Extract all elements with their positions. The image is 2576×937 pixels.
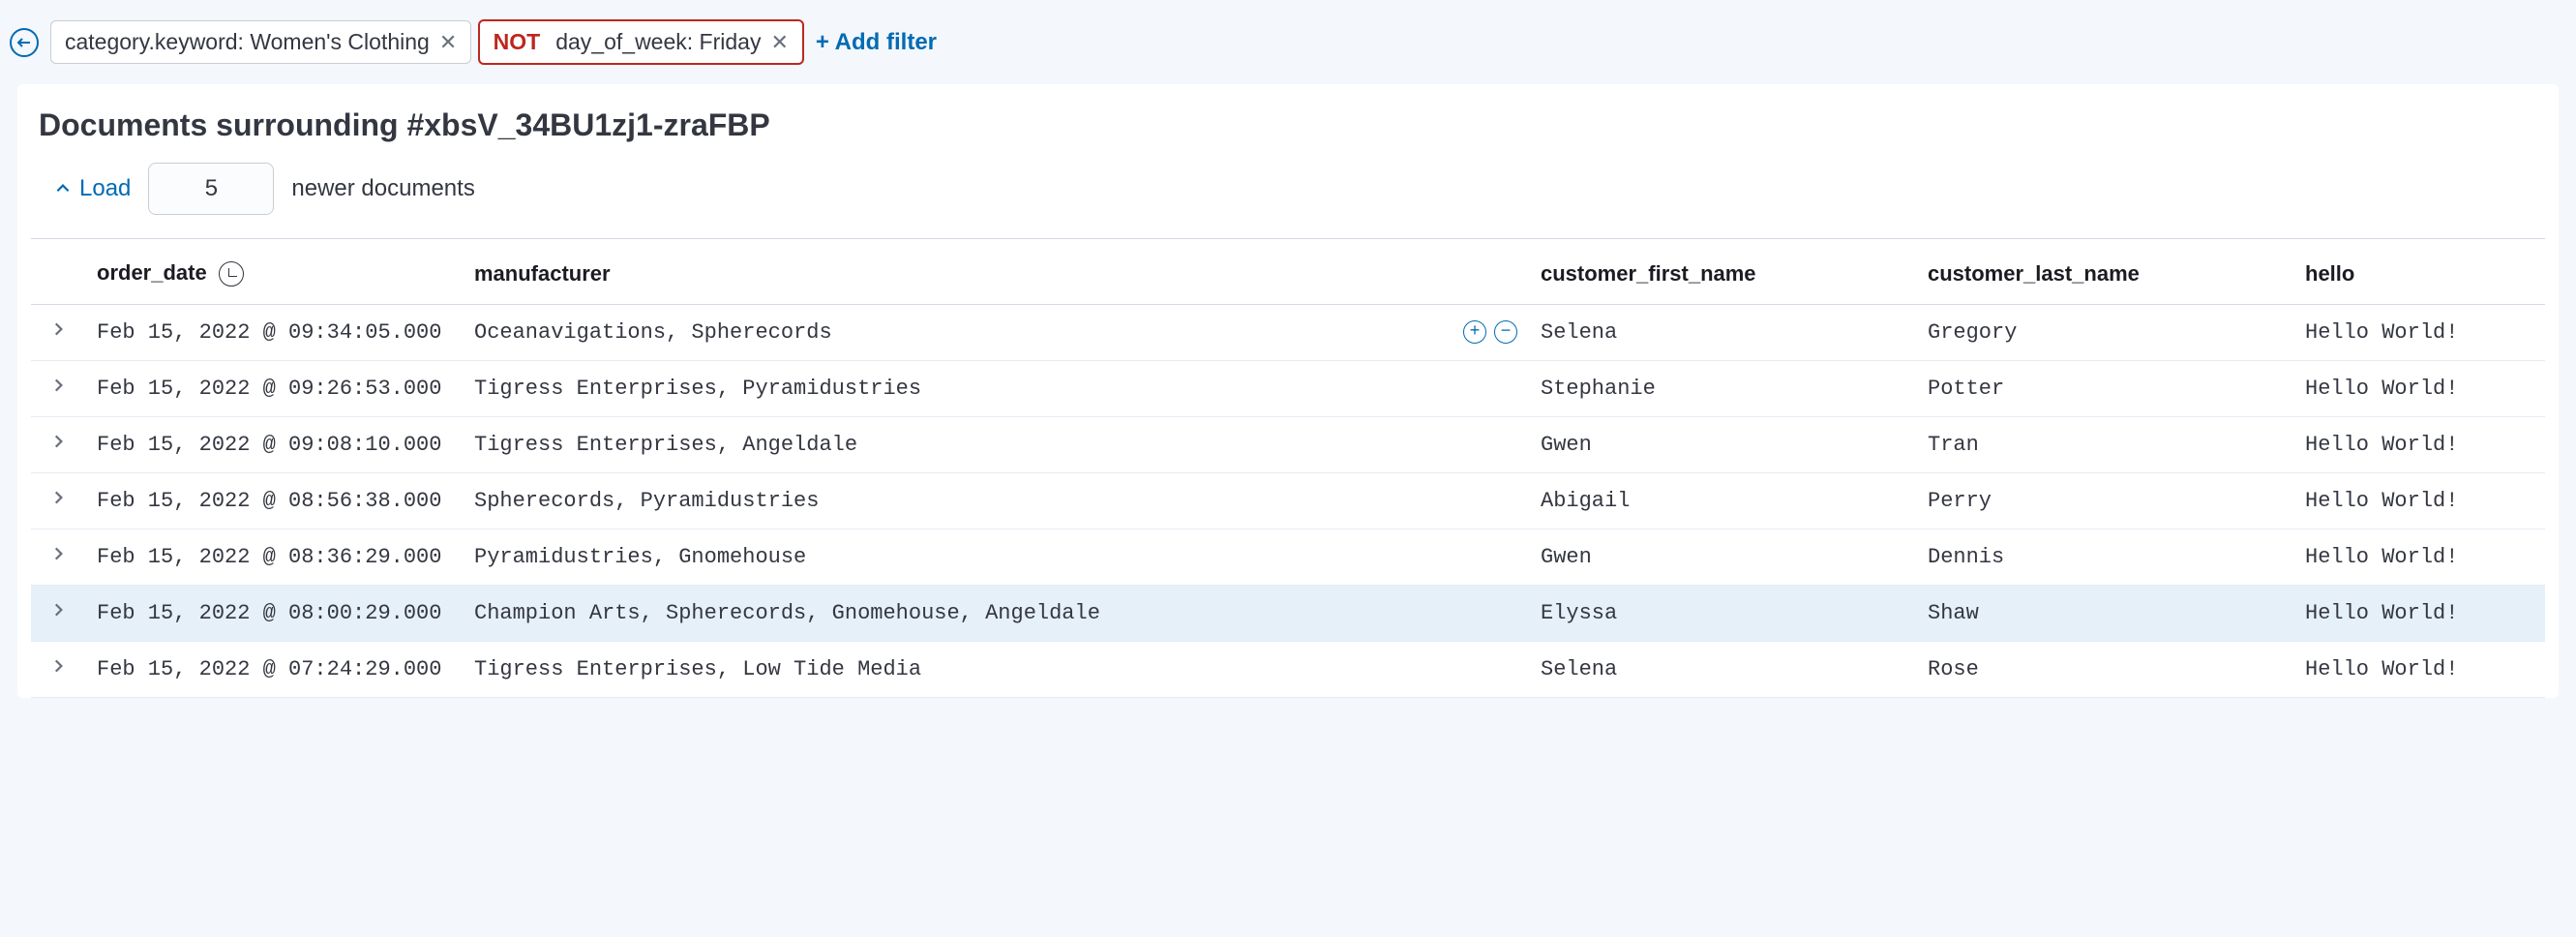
chevron-right-icon [49,433,67,450]
col-order-date-label: order_date [97,260,207,285]
cell-hello: Hello World! [2293,361,2545,417]
filter-text: day_of_week: Friday [555,29,761,55]
cell-order-date: Feb 15, 2022 @ 09:08:10.000 [85,417,463,473]
table-header-row: order_date manufacturer customer_first_n… [31,239,2545,305]
cell-customer-last-name: Perry [1916,473,2293,529]
cell-customer-first-name: Gwen [1529,417,1916,473]
chevron-right-icon [49,601,67,619]
cell-customer-last-name: Tran [1916,417,2293,473]
table-row: Feb 15, 2022 @ 08:36:29.000Pyramidustrie… [31,529,2545,586]
table-row: Feb 15, 2022 @ 09:08:10.000Tigress Enter… [31,417,2545,473]
add-filter-button[interactable]: + Add filter [816,29,937,56]
close-icon[interactable]: ✕ [439,32,457,53]
cell-hello: Hello World! [2293,417,2545,473]
load-label: Load [79,175,131,202]
cell-customer-first-name: Selena [1529,642,1916,698]
cell-customer-first-name: Gwen [1529,529,1916,586]
cell-customer-last-name: Dennis [1916,529,2293,586]
expand-cell[interactable] [31,305,85,361]
clock-icon [219,261,244,287]
load-newer-row: Load newer documents [54,163,2545,215]
filter-pill[interactable]: category.keyword: Women's Clothing ✕ [50,20,471,64]
collapse-filters-icon[interactable] [10,28,39,57]
cell-manufacturer: Tigress Enterprises, Angeldale [463,417,1529,473]
cell-hello: Hello World! [2293,473,2545,529]
cell-manufacturer: Pyramidustries, Gnomehouse [463,529,1529,586]
table-row: Feb 15, 2022 @ 09:34:05.000Oceanavigatio… [31,305,2545,361]
cell-customer-first-name: Abigail [1529,473,1916,529]
col-manufacturer[interactable]: manufacturer [463,239,1529,305]
table-row: Feb 15, 2022 @ 09:26:53.000Tigress Enter… [31,361,2545,417]
cell-order-date: Feb 15, 2022 @ 09:26:53.000 [85,361,463,417]
cell-hello: Hello World! [2293,305,2545,361]
cell-customer-last-name: Rose [1916,642,2293,698]
cell-hello: Hello World! [2293,529,2545,586]
cell-customer-last-name: Shaw [1916,586,2293,642]
chevron-right-icon [49,545,67,562]
chevron-right-icon [49,489,67,506]
cell-customer-last-name: Potter [1916,361,2293,417]
newer-documents-label: newer documents [291,175,474,202]
load-newer-button[interactable]: Load [54,175,131,202]
chevron-right-icon [49,320,67,338]
cell-customer-last-name: Gregory [1916,305,2293,361]
cell-order-date: Feb 15, 2022 @ 09:34:05.000 [85,305,463,361]
documents-table: order_date manufacturer customer_first_n… [31,238,2545,698]
table-row: Feb 15, 2022 @ 08:00:29.000Champion Arts… [31,586,2545,642]
cell-hello: Hello World! [2293,586,2545,642]
expand-cell[interactable] [31,361,85,417]
cell-manufacturer: Oceanavigations, Spherecords+− [463,305,1529,361]
chevron-right-icon [49,657,67,675]
filter-text: category.keyword: Women's Clothing [65,29,430,55]
expand-cell[interactable] [31,529,85,586]
cell-order-date: Feb 15, 2022 @ 08:56:38.000 [85,473,463,529]
documents-panel: Documents surrounding #xbsV_34BU1zj1-zra… [17,84,2559,698]
chevron-right-icon [49,377,67,394]
close-icon[interactable]: ✕ [770,32,788,53]
cell-manufacturer: Tigress Enterprises, Pyramidustries [463,361,1529,417]
expand-cell[interactable] [31,417,85,473]
cell-manufacturer: Champion Arts, Spherecords, Gnomehouse, … [463,586,1529,642]
col-expand [31,239,85,305]
cell-customer-first-name: Stephanie [1529,361,1916,417]
table-row: Feb 15, 2022 @ 08:56:38.000Spherecords, … [31,473,2545,529]
cell-hover-actions: +− [1463,320,1517,344]
cell-order-date: Feb 15, 2022 @ 08:00:29.000 [85,586,463,642]
table-row: Feb 15, 2022 @ 07:24:29.000Tigress Enter… [31,642,2545,698]
cell-customer-first-name: Elyssa [1529,586,1916,642]
filter-for-value-icon[interactable]: + [1463,320,1486,344]
col-customer-first-name[interactable]: customer_first_name [1529,239,1916,305]
cell-manufacturer: Tigress Enterprises, Low Tide Media [463,642,1529,698]
cell-order-date: Feb 15, 2022 @ 07:24:29.000 [85,642,463,698]
load-count-input[interactable] [148,163,274,215]
filter-pill[interactable]: NOT day_of_week: Friday ✕ [478,19,804,65]
filter-out-value-icon[interactable]: − [1494,320,1517,344]
expand-cell[interactable] [31,586,85,642]
cell-customer-first-name: Selena [1529,305,1916,361]
col-hello[interactable]: hello [2293,239,2545,305]
page-title: Documents surrounding #xbsV_34BU1zj1-zra… [39,107,2545,143]
col-customer-last-name[interactable]: customer_last_name [1916,239,2293,305]
col-order-date[interactable]: order_date [85,239,463,305]
filter-not-label: NOT [494,29,541,55]
cell-hello: Hello World! [2293,642,2545,698]
cell-order-date: Feb 15, 2022 @ 08:36:29.000 [85,529,463,586]
expand-cell[interactable] [31,642,85,698]
cell-manufacturer: Spherecords, Pyramidustries [463,473,1529,529]
expand-cell[interactable] [31,473,85,529]
filter-bar: category.keyword: Women's Clothing ✕ NOT d… [0,0,2576,84]
